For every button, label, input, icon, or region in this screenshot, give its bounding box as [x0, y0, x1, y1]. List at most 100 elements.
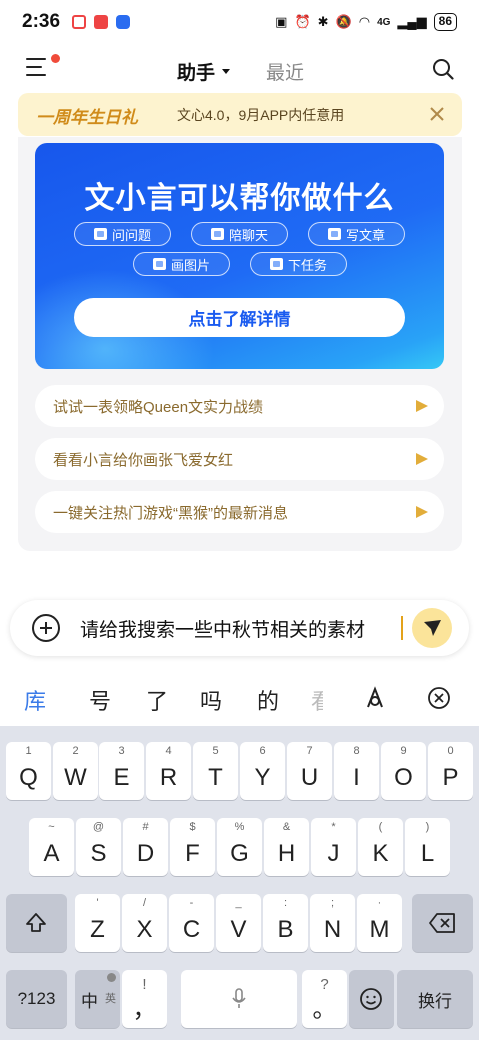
- key-f[interactable]: $ F: [170, 818, 215, 876]
- key-label: D: [136, 840, 155, 867]
- key-g[interactable]: % G: [217, 818, 262, 876]
- send-arrow-icon: [416, 453, 428, 465]
- chip-draw-image[interactable]: 画图片: [133, 252, 230, 276]
- promo-banner[interactable]: 一周年生日礼 文心4.0，9月APP内任意用: [18, 93, 462, 136]
- tab-assistant[interactable]: 助手: [177, 58, 215, 85]
- chip-label: 画图片: [170, 257, 210, 273]
- key-s[interactable]: @ S: [76, 818, 121, 876]
- collapse-keyboard-icon[interactable]: [427, 686, 451, 710]
- key-n[interactable]: ; N: [310, 894, 355, 952]
- send-button[interactable]: [412, 608, 452, 648]
- key-sub: _: [235, 897, 242, 909]
- key-u[interactable]: 7U: [287, 742, 332, 800]
- suggestion-text: 试试一表领略Queen文实力战绩: [53, 398, 264, 416]
- suggestion-item[interactable]: 看看小言给你画张飞爱女红: [35, 438, 444, 480]
- chip-write-article[interactable]: 写文章: [308, 222, 405, 246]
- message-input[interactable]: 请给我搜索一些中秋节相关的素材: [80, 615, 365, 642]
- candidate-word[interactable]: 看: [311, 684, 323, 716]
- menu-button[interactable]: [26, 58, 50, 80]
- suggestion-text: 一键关注热门游戏“黑猴”的最新消息: [53, 504, 288, 522]
- candidate-word[interactable]: 号: [89, 684, 111, 716]
- key-r[interactable]: 4R: [146, 742, 191, 800]
- key-sub: /: [142, 897, 147, 909]
- tab-recent[interactable]: 最近: [266, 58, 304, 85]
- candidate-word[interactable]: 吗: [200, 684, 222, 716]
- suggestion-item[interactable]: 一键关注热门游戏“黑猴”的最新消息: [35, 491, 444, 533]
- key-label: B: [277, 916, 294, 943]
- key-label: T: [208, 764, 223, 791]
- key-b[interactable]: :B: [263, 894, 308, 952]
- key-i[interactable]: 8I: [334, 742, 379, 800]
- key-label: 换行: [418, 991, 452, 1011]
- mute-icon: 🔕: [335, 14, 352, 29]
- key-q[interactable]: 1Q: [6, 742, 51, 800]
- status-left: 2:36: [22, 11, 131, 33]
- checkbox-icon: [269, 258, 283, 270]
- key-sub: ~: [48, 821, 55, 833]
- key-j[interactable]: * J: [311, 818, 356, 876]
- key-e[interactable]: 3E: [99, 742, 144, 800]
- menu-line: [26, 74, 46, 76]
- key-sub: 5: [212, 745, 219, 757]
- menu-line: [26, 66, 42, 68]
- key-sub: 2: [72, 745, 79, 757]
- language-switch-key[interactable]: 中 英: [75, 970, 120, 1028]
- key-label: A: [43, 840, 60, 867]
- learn-more-button[interactable]: 点击了解详情: [74, 298, 405, 337]
- shift-key[interactable]: [6, 894, 67, 952]
- key-m[interactable]: · M: [357, 894, 402, 952]
- key-sub: 6: [259, 745, 266, 757]
- chip-chat[interactable]: 陪聊天: [191, 222, 288, 246]
- key-z[interactable]: ' Z: [75, 894, 120, 952]
- chevron-down-icon[interactable]: [222, 69, 230, 74]
- key-label: L: [420, 840, 435, 867]
- key-o[interactable]: 9O: [381, 742, 426, 800]
- key-t[interactable]: 5T: [193, 742, 238, 800]
- suggestion-item[interactable]: 试试一表领略Queen文实力战绩: [35, 385, 444, 427]
- key-c[interactable]: -C: [169, 894, 214, 952]
- key-label: C: [182, 916, 201, 943]
- handwriting-icon[interactable]: [362, 685, 388, 711]
- status-time: 2:36: [22, 11, 61, 32]
- shift-icon: [26, 913, 46, 932]
- key-sub: 7: [306, 745, 313, 757]
- notification-app-icon: [72, 15, 87, 29]
- chip-ask-question[interactable]: 问问题: [74, 222, 171, 246]
- chip-label: 写文章: [345, 227, 385, 243]
- key-sub: #: [142, 821, 149, 833]
- ime-candidate-bar: 库 号 了 吗 的 看: [0, 670, 479, 726]
- key-sub: @: [92, 821, 105, 833]
- backspace-key[interactable]: [412, 894, 473, 952]
- question-icon: [93, 228, 107, 240]
- plus-icon[interactable]: [32, 614, 60, 642]
- candidate-word[interactable]: 的: [257, 684, 279, 716]
- close-icon[interactable]: [428, 105, 446, 123]
- key-p[interactable]: 0P: [428, 742, 473, 800]
- emoji-key[interactable]: [349, 970, 394, 1028]
- search-icon[interactable]: [432, 58, 454, 80]
- key-k[interactable]: (K: [358, 818, 403, 876]
- key-y[interactable]: 6Y: [240, 742, 285, 800]
- chip-task[interactable]: 下任务: [250, 252, 347, 276]
- key-sub: 1: [25, 745, 32, 757]
- key-a[interactable]: ~ A: [29, 818, 74, 876]
- key-sub: :: [283, 897, 288, 909]
- key-v[interactable]: _ V: [216, 894, 261, 952]
- key-h[interactable]: & H: [264, 818, 309, 876]
- enter-key[interactable]: 换行: [397, 970, 473, 1028]
- candidate-word[interactable]: 了: [146, 684, 168, 716]
- period-key[interactable]: ? 。: [302, 970, 347, 1028]
- key-label: E: [113, 764, 130, 791]
- space-key[interactable]: [181, 970, 297, 1028]
- promo-title: 一周年生日礼: [36, 108, 138, 127]
- key-x[interactable]: / X: [122, 894, 167, 952]
- key-sub: 3: [118, 745, 125, 757]
- globe-icon: [107, 973, 116, 982]
- numbers-key[interactable]: ?123: [6, 970, 67, 1028]
- key-sub: 英: [105, 993, 116, 1005]
- comma-key[interactable]: ! ，: [122, 970, 167, 1028]
- key-d[interactable]: # D: [123, 818, 168, 876]
- key-l[interactable]: ) L: [405, 818, 450, 876]
- candidate-word[interactable]: 库: [24, 684, 46, 716]
- key-w[interactable]: 2W: [53, 742, 98, 800]
